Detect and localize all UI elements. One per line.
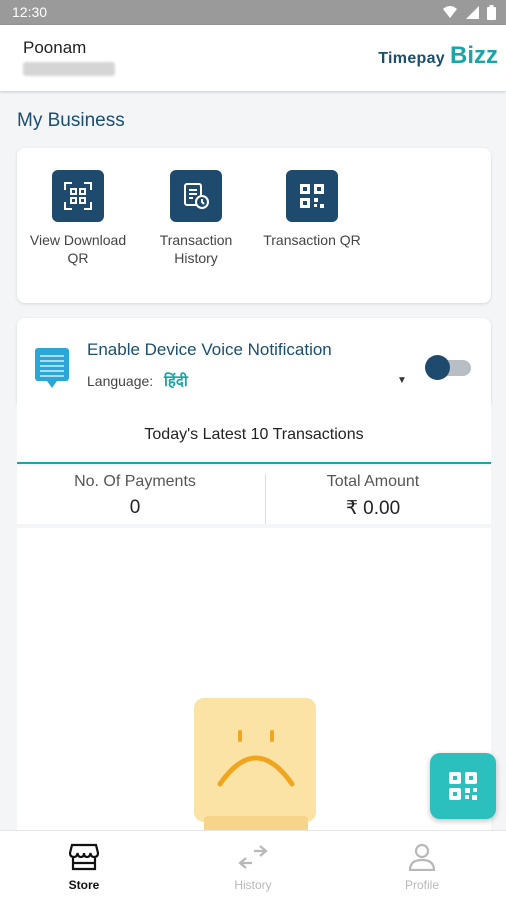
transaction-qr-label: Transaction QR	[263, 232, 361, 248]
signal-icon	[466, 6, 479, 19]
payments-count-label: No. Of Payments	[74, 473, 196, 490]
transactions-title: Today's Latest 10 Transactions	[144, 426, 364, 443]
app-header: Poonam Timepay Bizz	[0, 25, 506, 91]
status-bar: 12:30	[0, 0, 506, 25]
transaction-history-button[interactable]: Transaction History	[141, 170, 251, 267]
profile-icon	[408, 843, 436, 872]
status-icons	[443, 5, 496, 20]
transactions-empty-state	[17, 528, 491, 836]
section-title: My Business	[17, 110, 125, 131]
user-phone-redacted	[23, 62, 115, 76]
transaction-qr-button[interactable]: Transaction QR	[257, 170, 367, 249]
qr-code-icon	[449, 772, 477, 800]
transaction-history-label: Transaction History	[159, 232, 233, 266]
user-name: Poonam	[23, 38, 87, 57]
history-icon	[238, 845, 268, 869]
scan-qr-fab[interactable]	[430, 753, 496, 819]
voice-notification-title: Enable Device Voice Notification	[87, 340, 332, 359]
timepay-bizz-logo: Timepay Bizz	[378, 42, 498, 70]
notification-message-icon	[35, 348, 69, 393]
language-label: Language:	[87, 373, 154, 389]
store-icon	[68, 843, 100, 871]
nav-profile[interactable]: Profile	[362, 843, 482, 892]
total-amount-label: Total Amount	[326, 473, 420, 490]
nav-history-label: History	[234, 878, 272, 892]
logo-bizz-text: Bizz	[450, 42, 498, 69]
sad-box-icon	[194, 698, 316, 836]
view-download-qr-label: View Download QR	[29, 232, 127, 266]
transactions-underline	[17, 462, 491, 464]
bottom-navigation: Store History Profile	[0, 830, 506, 901]
payments-count-value: 0	[129, 497, 141, 518]
total-amount-value: ₹ 0.00	[345, 498, 401, 519]
qr-code-icon	[286, 170, 338, 222]
quick-actions-card: View Download QR Transaction History Tra…	[17, 148, 491, 303]
nav-history[interactable]: History	[193, 843, 313, 892]
nav-store[interactable]: Store	[24, 843, 144, 892]
language-select[interactable]: हिंदी	[164, 371, 188, 391]
voice-notification-toggle[interactable]	[425, 355, 473, 380]
qr-scan-icon	[52, 170, 104, 222]
chevron-down-icon[interactable]: ▼	[397, 375, 407, 386]
logo-timepay-text: Timepay	[378, 50, 445, 67]
view-download-qr-button[interactable]: View Download QR	[23, 170, 133, 267]
transaction-stats: No. Of Payments 0 Total Amount ₹ 0.00	[17, 466, 491, 524]
battery-icon	[487, 5, 496, 20]
payments-count-stat: No. Of Payments 0	[17, 466, 253, 524]
wifi-icon	[443, 6, 457, 18]
toggle-knob	[425, 355, 450, 380]
nav-profile-label: Profile	[404, 878, 439, 892]
nav-store-label: Store	[68, 878, 100, 892]
transactions-header: Today's Latest 10 Transactions	[17, 404, 491, 464]
total-amount-stat: Total Amount ₹ 0.00	[255, 466, 491, 524]
transaction-history-icon	[170, 170, 222, 222]
voice-notification-card: Enable Device Voice Notification Languag…	[17, 318, 491, 404]
status-time: 12:30	[12, 4, 48, 20]
